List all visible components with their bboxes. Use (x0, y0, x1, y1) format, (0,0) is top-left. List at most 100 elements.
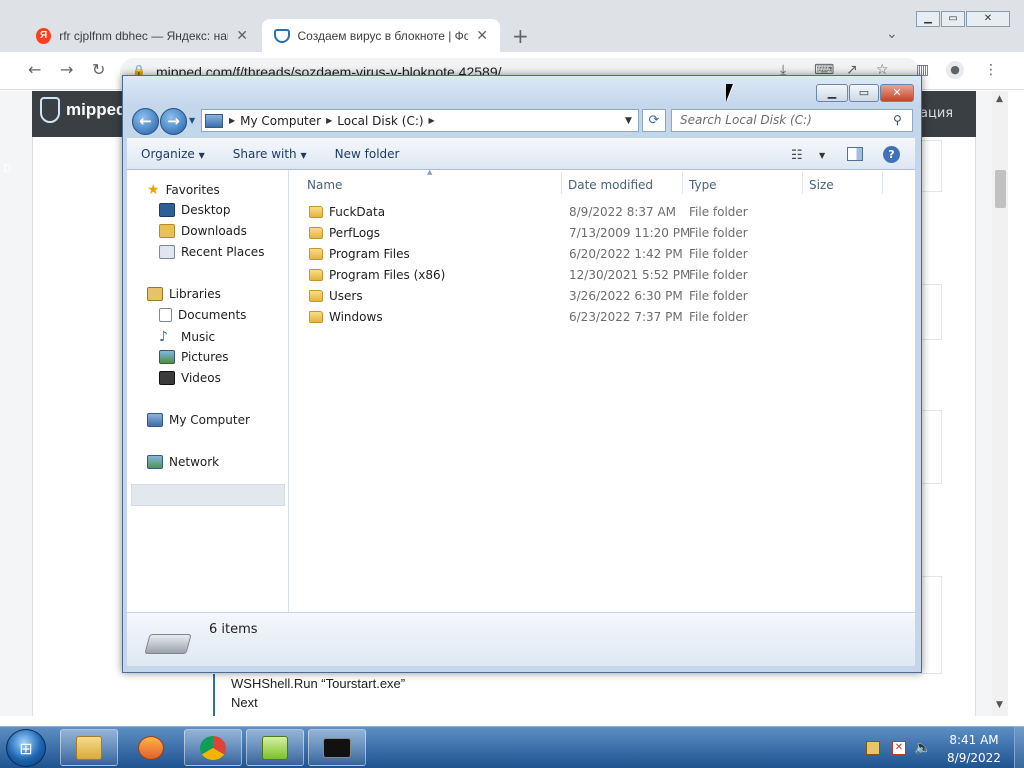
explorer-window: ▁ ▭ ✕ ← → ▼ ▶ My Computer ▶ Local Disk (… (122, 75, 922, 673)
nav-libraries[interactable]: Libraries (147, 287, 221, 301)
folder-icon (309, 269, 323, 281)
table-row[interactable]: Program Files 6/20/2022 1:42 PM File fol… (309, 244, 749, 265)
share-with-button[interactable]: Share with ▼ (219, 147, 321, 161)
close-button[interactable]: ✕ (880, 84, 914, 102)
site-nav-item[interactable]: ация (920, 106, 953, 121)
pictures-icon (159, 350, 175, 364)
column-divider[interactable] (802, 172, 803, 194)
breadcrumb-local-disk[interactable]: Local Disk (C:) (337, 114, 423, 128)
nav-desktop[interactable]: Desktop (159, 203, 231, 217)
profile-avatar[interactable]: ● (946, 61, 964, 79)
table-row[interactable]: PerfLogs 7/13/2009 11:20 PM File folder (309, 223, 749, 244)
search-icon[interactable]: ⚲ (893, 113, 902, 127)
column-divider[interactable] (882, 172, 883, 194)
nav-downloads[interactable]: Downloads (159, 224, 247, 238)
clock-date[interactable]: 8/9/2022 (944, 751, 1004, 765)
notepad-plus-icon (262, 735, 288, 760)
back-arrow-icon[interactable]: ← (28, 60, 41, 79)
sidebar-panel (920, 284, 942, 340)
start-button[interactable]: ⊞ (6, 729, 46, 767)
explorer-icon (76, 735, 102, 760)
folder-icon (309, 206, 323, 218)
column-header-type[interactable]: Type (689, 178, 717, 192)
site-logo[interactable]: mipped (40, 97, 126, 123)
forward-arrow-icon[interactable]: → (60, 60, 73, 79)
new-folder-button[interactable]: New folder (321, 147, 414, 161)
back-button[interactable]: ← (132, 108, 159, 135)
chevron-down-icon: ▼ (198, 150, 205, 160)
nav-my-computer[interactable]: My Computer (147, 413, 250, 427)
column-header-size[interactable]: Size (809, 178, 834, 192)
table-row[interactable]: FuckData 8/9/2022 8:37 AM File folder (309, 202, 749, 223)
column-header-name[interactable]: Name (307, 178, 342, 192)
tab-yandex[interactable]: Я rfr cjplfnm dbhec — Яндекс: наш ✕ (24, 19, 260, 52)
explorer-titlebar[interactable] (123, 76, 921, 106)
forward-button[interactable]: → (160, 108, 187, 135)
minimize-button[interactable]: ▁ (916, 11, 940, 27)
minimize-button[interactable]: ▁ (816, 84, 848, 102)
volume-icon[interactable]: 🔈 (914, 740, 931, 756)
tab-mipped[interactable]: Создаем вирус в блокноте | Фо ✕ (262, 19, 500, 52)
chrome-icon (200, 735, 226, 760)
maximize-button[interactable]: ▭ (941, 11, 965, 27)
new-tab-button[interactable]: + (512, 24, 529, 48)
star-icon: ★ (147, 182, 160, 198)
menu-icon[interactable]: ⋮ (984, 62, 998, 78)
nav-videos[interactable]: Videos (159, 371, 221, 385)
folder-icon (309, 311, 323, 323)
mipped-icon (274, 28, 290, 43)
breadcrumb-arrow-icon[interactable]: ▶ (229, 116, 235, 125)
media-player-icon (138, 735, 164, 760)
chevron-down-icon[interactable]: ⌄ (886, 26, 898, 42)
show-desktop-button[interactable] (1014, 727, 1024, 768)
search-input[interactable]: Search Local Disk (C:) (671, 109, 913, 132)
taskbar-explorer[interactable] (60, 729, 118, 766)
folder-icon (309, 290, 323, 302)
mouse-cursor-icon (726, 84, 740, 102)
recent-pages-chevron-icon[interactable]: ▼ (189, 116, 195, 125)
address-dropdown-icon[interactable]: ▼ (625, 116, 632, 126)
chevron-down-icon[interactable]: ▼ (819, 151, 825, 160)
help-icon[interactable]: ? (883, 146, 900, 163)
close-icon[interactable]: ✕ (476, 27, 488, 44)
nav-documents[interactable]: Documents (159, 308, 246, 322)
nav-favorites[interactable]: ★ Favorites (147, 182, 220, 198)
explorer-address-bar[interactable]: ▶ My Computer ▶ Local Disk (C:) ▶ (201, 109, 639, 132)
reload-icon[interactable]: ↻ (92, 60, 105, 79)
scroll-up-icon[interactable]: ▲ (996, 94, 1003, 104)
preview-pane-icon[interactable] (847, 147, 863, 161)
maximize-button[interactable]: ▭ (849, 84, 879, 102)
nav-recent-places[interactable]: Recent Places (159, 245, 264, 259)
close-icon[interactable]: ✕ (236, 27, 248, 44)
sidebar-panel (920, 410, 942, 484)
nav-pictures[interactable]: Pictures (159, 350, 229, 364)
table-row[interactable]: Program Files (x86) 12/30/2021 5:52 PM F… (309, 265, 749, 286)
scroll-down-icon[interactable]: ▼ (996, 700, 1003, 710)
taskbar-notepad-plus[interactable] (246, 729, 304, 766)
hard-drive-icon (144, 634, 192, 654)
windows-logo-icon: ⊞ (19, 739, 33, 758)
nav-network[interactable]: Network (147, 455, 219, 469)
taskbar-cmd[interactable] (308, 729, 366, 766)
column-divider[interactable] (682, 172, 683, 194)
breadcrumb-my-computer[interactable]: My Computer (240, 114, 321, 128)
table-row[interactable]: Windows 6/23/2022 7:37 PM File folder (309, 307, 749, 328)
language-icon[interactable] (866, 741, 880, 755)
taskbar-media-player[interactable] (122, 729, 180, 766)
videos-icon (159, 371, 175, 385)
clock-time[interactable]: 8:41 AM (944, 733, 1004, 747)
action-center-flag-icon[interactable]: ✕ (892, 741, 906, 755)
refresh-button[interactable]: ⟳ (642, 109, 666, 132)
nav-selection-highlight (131, 484, 285, 506)
breadcrumb-arrow-icon[interactable]: ▶ (326, 116, 332, 125)
column-header-date[interactable]: Date modified (568, 178, 653, 192)
view-options-icon[interactable]: ☷ (791, 148, 803, 163)
breadcrumb-arrow-icon[interactable]: ▶ (429, 116, 435, 125)
table-row[interactable]: Users 3/26/2022 6:30 PM File folder (309, 286, 749, 307)
column-divider[interactable] (561, 172, 562, 194)
scrollbar-thumb[interactable] (995, 170, 1006, 208)
taskbar-chrome[interactable] (184, 729, 242, 766)
nav-music[interactable]: ♪ Music (159, 329, 215, 345)
organize-button[interactable]: Organize ▼ (127, 147, 219, 161)
close-button[interactable]: ✕ (966, 11, 1010, 27)
